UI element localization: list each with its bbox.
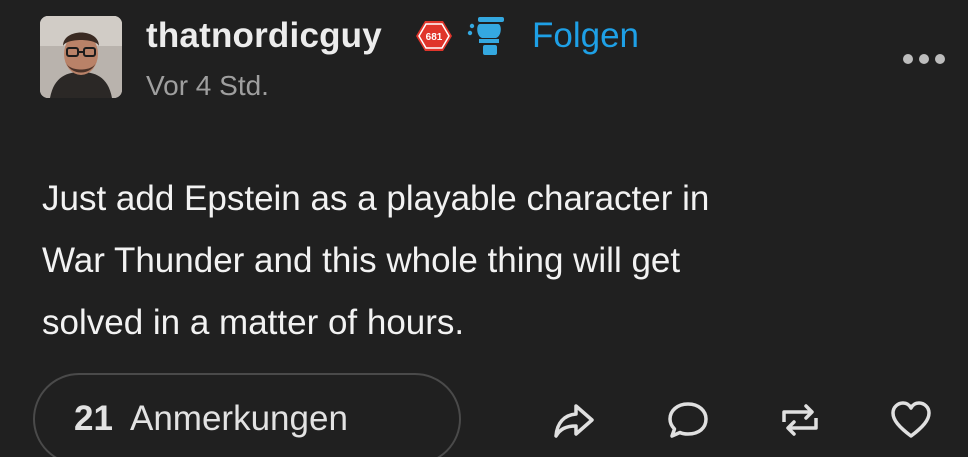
username-link[interactable]: thatnordicguy bbox=[146, 14, 382, 58]
heart-icon[interactable] bbox=[889, 398, 933, 442]
reply-bubble-icon[interactable] bbox=[666, 398, 710, 442]
follow-button[interactable]: Folgen bbox=[532, 14, 639, 58]
post-timestamp: Vor 4 Std. bbox=[146, 70, 269, 101]
reblog-icon[interactable] bbox=[778, 398, 822, 442]
avatar[interactable] bbox=[40, 16, 122, 98]
post-body-line: solved in a matter of hours. bbox=[42, 303, 465, 342]
notes-count: 21 bbox=[74, 399, 113, 438]
blue-propeller-badge-icon[interactable] bbox=[466, 14, 512, 58]
post-body-line: War Thunder and this whole thing will ge… bbox=[42, 241, 681, 280]
badge-text: 681 bbox=[426, 32, 443, 43]
notes-label: Anmerkungen bbox=[130, 399, 348, 438]
post-card: thatnordicguy 681 Folgen Vor 4 Std. Just… bbox=[0, 0, 968, 457]
post-body-text: Just add Epstein as a playable character… bbox=[42, 168, 942, 354]
more-dots-icon[interactable] bbox=[901, 49, 947, 69]
avatar-image bbox=[40, 16, 122, 98]
red-hexagon-badge-icon[interactable]: 681 bbox=[415, 19, 453, 53]
post-body-line: Just add Epstein as a playable character… bbox=[42, 179, 710, 218]
share-arrow-icon[interactable] bbox=[552, 398, 596, 442]
